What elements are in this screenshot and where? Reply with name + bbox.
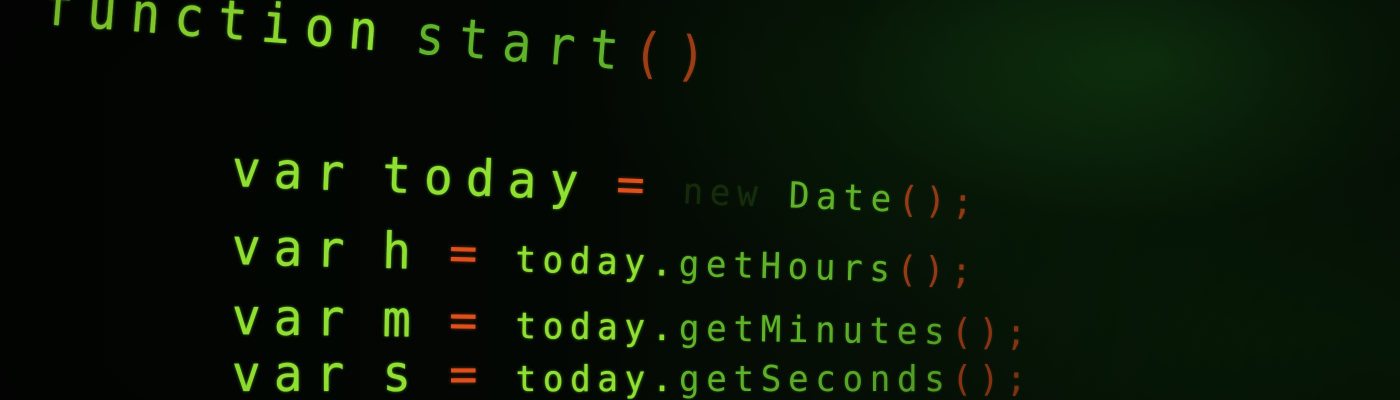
assign-operator: = [448,223,492,283]
object-name: today. [515,305,680,350]
variable-name: today [381,145,593,212]
object-name: today. [514,239,680,285]
call-parens: () [896,249,952,292]
keyword-var: var [231,218,359,280]
assign-operator: = [615,154,660,215]
keyword-var: var [232,345,358,400]
call-parens: () [951,359,1006,400]
assign-operator: = [448,291,492,350]
line-terminator: ; [951,181,981,224]
code-line-seconds: var s = today.getSeconds(); [232,345,1033,400]
code-line-today: var today = new Date(); [231,140,981,227]
code-line-function: function start() [42,0,723,90]
function-name: start [413,3,636,84]
keyword-var: var [230,140,359,203]
assign-operator: = [449,345,491,400]
code-line-hours: var h = today.getHours(); [231,218,979,296]
code-screen-photo: function start() var today = new Date(); var h… [0,0,1400,400]
keyword-new: new [681,171,766,216]
call-parens: () [897,179,954,223]
method-name: getSeconds [679,359,952,400]
call-name: Date [788,175,899,221]
keyword-var: var [231,288,359,348]
method-name: getHours [678,243,898,291]
variable-name: h [381,221,425,282]
line-terminator: ; [950,250,979,293]
code-block: function start() var today = new Date(); var h… [0,0,1400,400]
object-name: today. [515,359,680,400]
keyword-function: function [41,0,395,65]
variable-name: s [382,345,425,400]
function-parens: () [630,20,723,91]
variable-name: m [381,290,425,349]
line-terminator: ; [1005,359,1034,400]
